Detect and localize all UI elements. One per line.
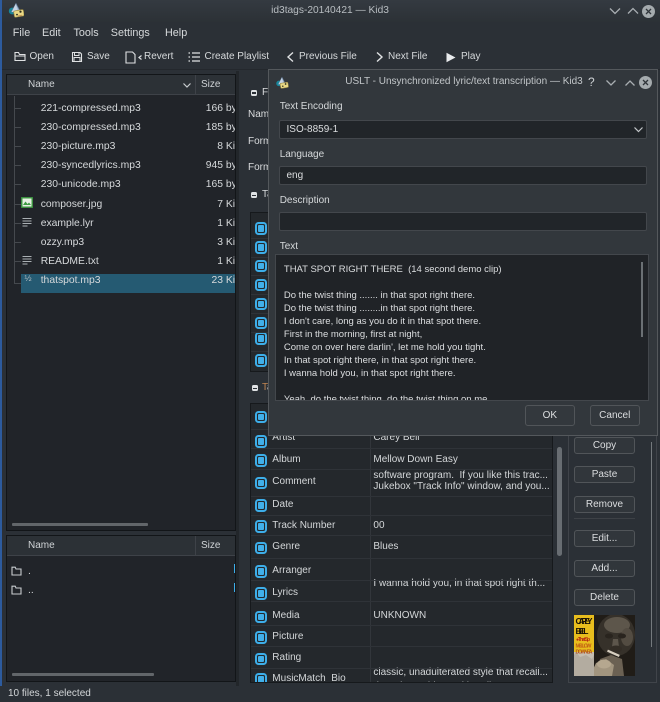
svg-text:●That·Sp: ●That·Sp [576,637,590,643]
svg-text:BELL: BELL [576,626,589,636]
svg-text:DOWN·EA: DOWN·EA [576,650,593,656]
svg-text:CAREY: CAREY [576,616,593,626]
